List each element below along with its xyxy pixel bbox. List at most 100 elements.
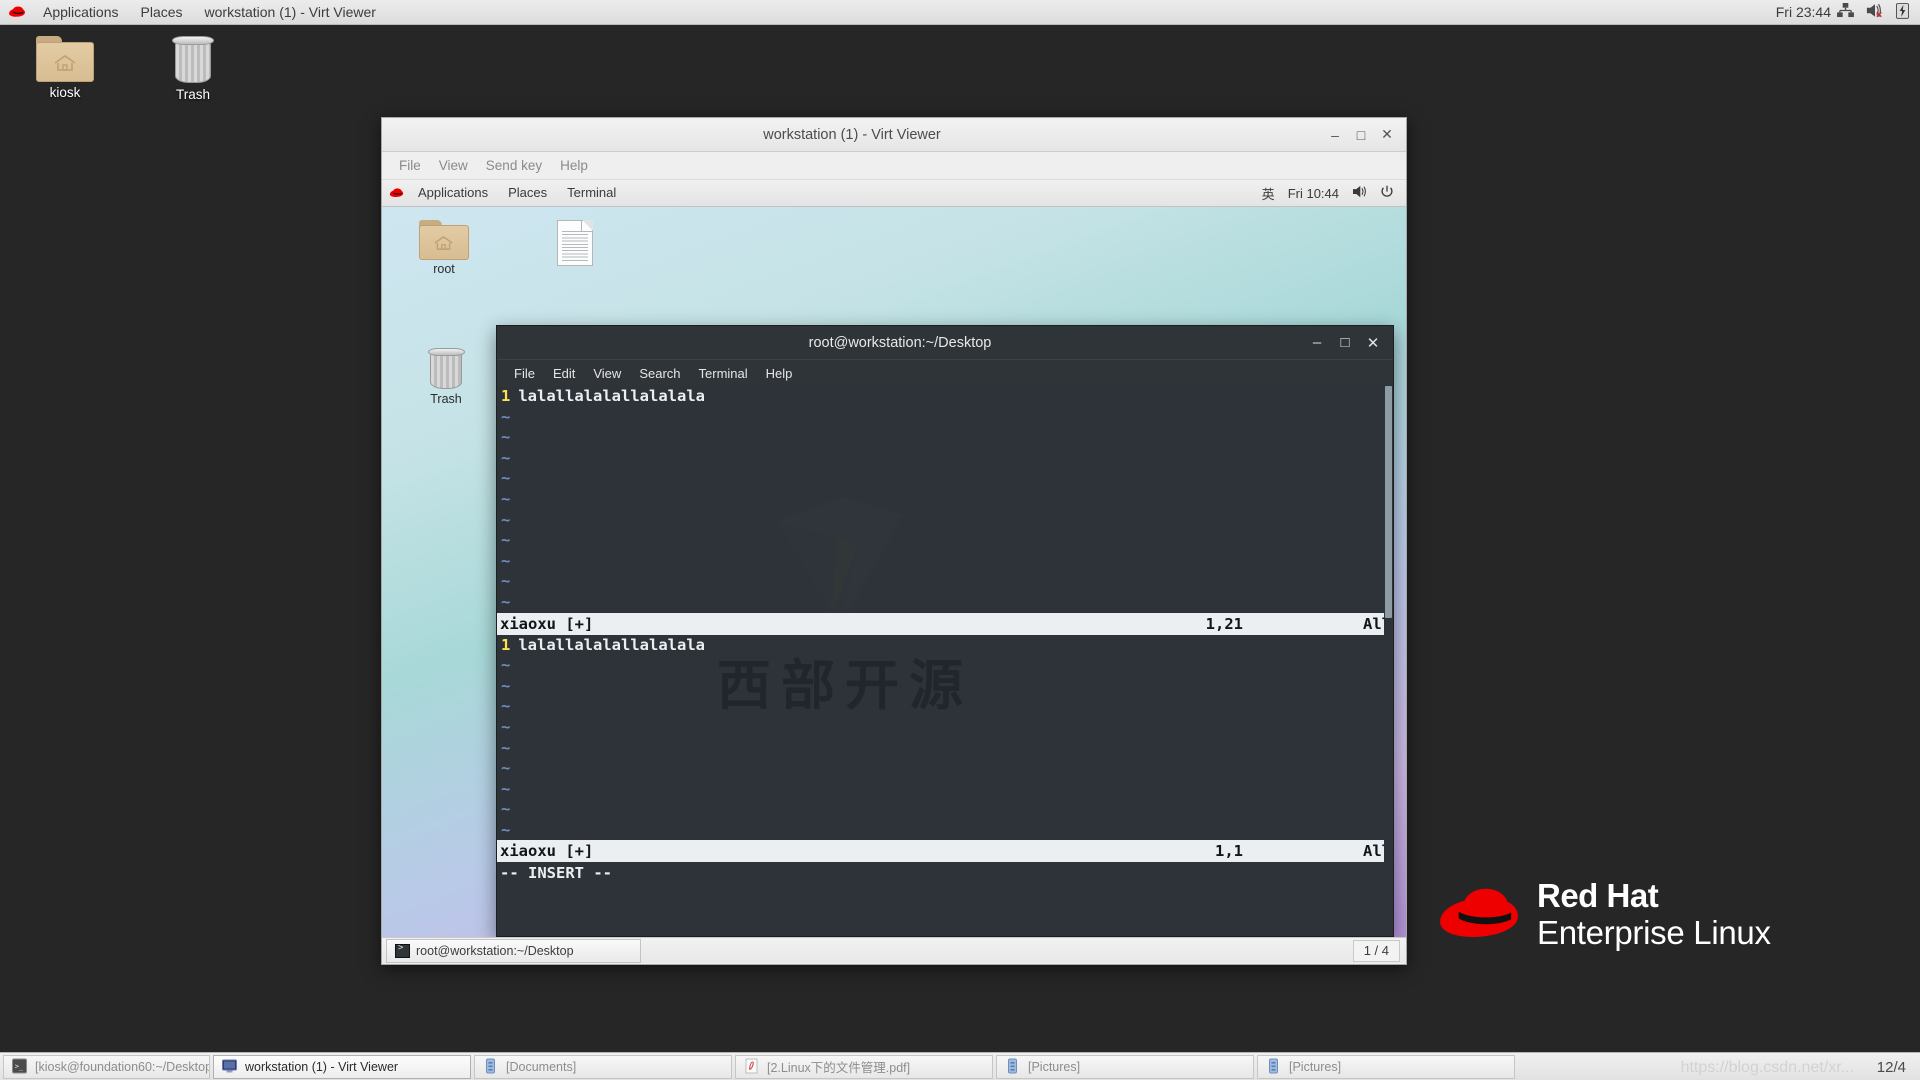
network-icon[interactable]: [1837, 3, 1854, 21]
minimize-button[interactable]: –: [1322, 122, 1348, 148]
taskbar-button-terminal[interactable]: >_ [kiosk@foundation60:~/Desktop]: [3, 1055, 210, 1079]
menu-send-key[interactable]: Send key: [477, 158, 551, 173]
vim-tilde-column-top: ~~~~~~~~~~: [497, 407, 1393, 613]
volume-muted-icon[interactable]: [1866, 3, 1884, 21]
vim-status-position: 1,1: [1215, 840, 1243, 862]
host-menu-places[interactable]: Places: [130, 0, 194, 24]
scrollbar-thumb[interactable]: [1385, 386, 1392, 618]
volume-icon[interactable]: [1352, 185, 1367, 201]
vim-tilde-line: ~: [497, 468, 1393, 489]
menu-view[interactable]: View: [430, 158, 477, 173]
maximize-button[interactable]: □: [1348, 122, 1374, 148]
vim-tilde-line: ~: [497, 676, 1393, 697]
vim-tilde-line: ~: [497, 655, 1393, 676]
close-button[interactable]: ✕: [1359, 329, 1387, 357]
host-clock[interactable]: Fri 23:44: [1776, 4, 1831, 20]
menu-file[interactable]: File: [390, 158, 430, 173]
redhat-icon: [389, 187, 404, 199]
vim-pane-top[interactable]: 1lalallalalallalalala ~~~~~~~~~~ xiaoxu …: [497, 386, 1393, 635]
maximize-button[interactable]: □: [1331, 329, 1359, 357]
terminal-scrollbar[interactable]: [1384, 386, 1393, 935]
vim-tilde-line: ~: [497, 738, 1393, 759]
taskbar-button-documents[interactable]: [Documents]: [474, 1055, 732, 1079]
taskbar-button-label: [Documents]: [506, 1060, 576, 1074]
vm-desktop-icon-trash[interactable]: Trash: [406, 348, 486, 406]
file-manager-icon: [482, 1058, 499, 1075]
vim-tilde-line: ~: [497, 799, 1393, 820]
virt-viewer-titlebar[interactable]: workstation (1) - Virt Viewer – □ ✕: [382, 118, 1406, 152]
desktop-root: Applications Places workstation (1) - Vi…: [0, 0, 1920, 1080]
host-system-tray: [1837, 2, 1920, 22]
battery-charging-icon[interactable]: [1896, 2, 1909, 22]
home-folder-icon: [36, 36, 94, 82]
menu-view[interactable]: View: [584, 366, 630, 381]
home-glyph: [433, 235, 454, 251]
taskbar-button-pdf[interactable]: [2.Linux下的文件管理.pdf]: [735, 1055, 993, 1079]
vim-status-gap2: [1243, 840, 1363, 862]
taskbar-button-label: [kiosk@foundation60:~/Desktop]: [35, 1060, 210, 1074]
menu-help[interactable]: Help: [757, 366, 802, 381]
rhel-line2: Enterprise Linux: [1537, 914, 1771, 952]
vm-system-tray: 英 Fri 10:44: [1262, 184, 1406, 203]
home-folder-icon: [419, 220, 469, 260]
virt-viewer-window[interactable]: workstation (1) - Virt Viewer – □ ✕ File…: [381, 117, 1407, 965]
file-manager-icon: [1004, 1058, 1021, 1075]
menu-search[interactable]: Search: [630, 366, 689, 381]
taskbar-button-pictures-2[interactable]: [Pictures]: [1257, 1055, 1515, 1079]
display-icon: [221, 1058, 238, 1075]
vim-status-filename: xiaoxu [+]: [500, 840, 593, 862]
terminal-menubar: File Edit View Search Terminal Help: [497, 360, 1393, 386]
vm-desktop-icon-root[interactable]: root: [404, 220, 484, 276]
rhel-branding: Red Hat Enterprise Linux: [1435, 878, 1771, 952]
taskbar-button-virt-viewer[interactable]: workstation (1) - Virt Viewer: [213, 1055, 471, 1079]
host-active-window-title[interactable]: workstation (1) - Virt Viewer: [194, 0, 387, 24]
vim-tilde-line: ~: [497, 489, 1393, 510]
vm-top-panel: Applications Places Terminal 英 Fri 10:44: [382, 180, 1406, 207]
vim-command-line: -- INSERT --: [497, 862, 1393, 884]
vm-taskbar-label: root@workstation:~/Desktop: [416, 944, 574, 958]
host-taskbar: >_ [kiosk@foundation60:~/Desktop] workst…: [0, 1052, 1920, 1080]
terminal-window[interactable]: root@workstation:~/Desktop – □ ✕ File Ed…: [496, 325, 1394, 937]
vim-text-line: 1lalallalalallalalala: [497, 635, 1393, 656]
vim-tilde-line: ~: [497, 530, 1393, 551]
power-icon[interactable]: [1380, 185, 1394, 202]
host-menu-applications[interactable]: Applications: [32, 0, 130, 24]
vim-tilde-line: ~: [497, 592, 1393, 613]
minimize-button[interactable]: –: [1303, 329, 1331, 357]
vim-line-number: 1: [501, 387, 510, 405]
vm-active-window-title[interactable]: Terminal: [557, 180, 626, 206]
vm-screen[interactable]: Applications Places Terminal 英 Fri 10:44: [382, 180, 1406, 937]
workspace-indicator[interactable]: 1 / 4: [1353, 940, 1400, 962]
desktop-icon-kiosk[interactable]: kiosk: [22, 36, 108, 100]
close-button[interactable]: ✕: [1374, 122, 1400, 148]
menu-file[interactable]: File: [505, 366, 544, 381]
vm-desktop-icon-document[interactable]: [535, 220, 615, 268]
desktop-icon-trash[interactable]: Trash: [150, 36, 236, 102]
vim-tilde-line: ~: [497, 779, 1393, 800]
taskbar-button-label: [2.Linux下的文件管理.pdf]: [767, 1057, 910, 1076]
rhel-line1: Red Hat: [1537, 878, 1771, 914]
terminal-titlebar[interactable]: root@workstation:~/Desktop – □ ✕: [497, 326, 1393, 360]
redhat-icon: [8, 5, 26, 19]
vim-tilde-line: ~: [497, 820, 1393, 841]
vim-tilde-line: ~: [497, 407, 1393, 428]
vm-menu-places[interactable]: Places: [498, 180, 557, 206]
taskbar-button-pictures-1[interactable]: [Pictures]: [996, 1055, 1254, 1079]
pdf-icon: [743, 1058, 760, 1075]
taskbar-button-label: [Pictures]: [1028, 1060, 1080, 1074]
vim-status-position: 1,21: [1206, 613, 1243, 635]
vm-clock[interactable]: Fri 10:44: [1288, 186, 1339, 201]
desktop-icon-label: kiosk: [22, 85, 108, 100]
vim-tilde-line: ~: [497, 696, 1393, 717]
menu-edit[interactable]: Edit: [544, 366, 584, 381]
vim-pane-bottom[interactable]: 1lalallalalallalalala ~~~~~~~~~ xiaoxu […: [497, 635, 1393, 863]
vim-tilde-line: ~: [497, 758, 1393, 779]
vim-tilde-line: ~: [497, 717, 1393, 738]
terminal-body[interactable]: 西部开源 1lalallalalallalalala ~~~~~~~~~~ xi…: [497, 386, 1393, 935]
menu-help[interactable]: Help: [551, 158, 597, 173]
input-method-indicator[interactable]: 英: [1262, 184, 1275, 203]
vm-menu-applications[interactable]: Applications: [408, 180, 498, 206]
menu-terminal[interactable]: Terminal: [690, 366, 757, 381]
vm-taskbar-button[interactable]: root@workstation:~/Desktop: [386, 939, 641, 963]
vim-statusline-bottom: xiaoxu [+] 1,1 All: [497, 840, 1393, 862]
